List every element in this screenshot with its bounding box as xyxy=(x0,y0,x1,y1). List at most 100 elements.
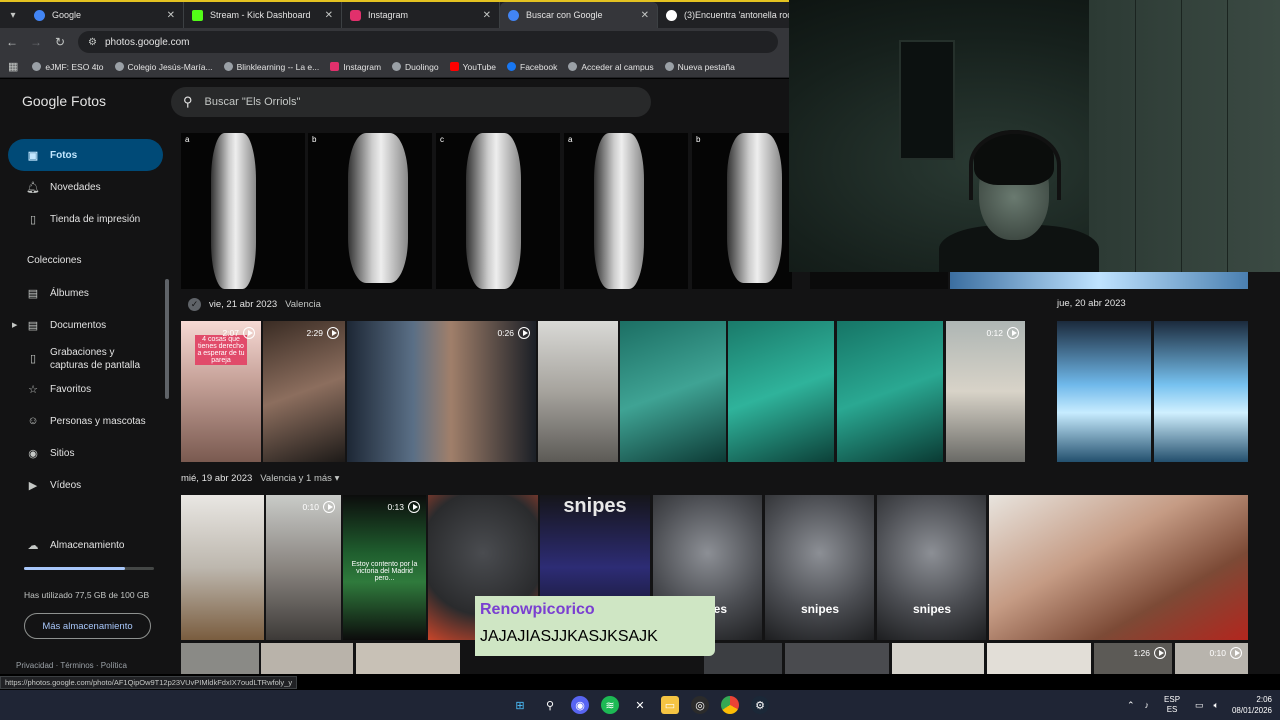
sidebar-scrollbar[interactable] xyxy=(165,279,169,399)
video-thumbnail[interactable]: 0:10 xyxy=(266,495,341,640)
reload-icon[interactable]: ↻ xyxy=(48,35,72,49)
bookmark-item[interactable]: Facebook xyxy=(507,62,557,72)
sidebar-item-favoritos[interactable]: ☆ Favoritos xyxy=(8,373,163,405)
bookmark-item[interactable]: Acceder al campus xyxy=(568,62,654,72)
photo-thumbnail[interactable] xyxy=(538,321,618,462)
photo-thumbnail[interactable]: c xyxy=(436,133,560,289)
photo-thumbnail[interactable]: b xyxy=(308,133,432,289)
bookmark-item[interactable]: YouTube xyxy=(449,62,496,72)
bookmark-item[interactable]: Nueva pestaña xyxy=(664,61,735,72)
search-icon[interactable]: ⚲ xyxy=(183,94,193,110)
bookmark-item[interactable]: Blinklearning -- La e... xyxy=(223,62,319,72)
chevron-up-icon[interactable]: ⌃ xyxy=(1127,700,1135,711)
photo-thumbnail[interactable] xyxy=(181,643,259,674)
volume-icon[interactable]: 🔈︎ xyxy=(1214,700,1219,711)
bone-shape xyxy=(727,133,782,283)
capcut-icon[interactable]: ✕ xyxy=(631,696,649,714)
photo-thumbnail[interactable] xyxy=(785,643,889,674)
back-arrow-icon[interactable]: ← xyxy=(0,35,24,49)
clock[interactable]: 2:06 08/01/2026 xyxy=(1232,694,1272,716)
photo-thumbnail[interactable] xyxy=(950,271,1248,289)
photo-thumbnail[interactable]: snipes xyxy=(765,495,874,640)
microphone-icon[interactable]: ♪ xyxy=(1145,700,1150,710)
photo-thumbnail[interactable] xyxy=(1154,321,1248,462)
bookmark-item[interactable]: Instagram xyxy=(330,62,381,72)
close-icon[interactable]: ✕ xyxy=(167,10,175,21)
discord-icon[interactable]: ◉ xyxy=(571,696,589,714)
video-thumbnail[interactable]: 1:26 xyxy=(1094,643,1172,674)
bookmark-item[interactable]: Colegio Jesús-María... xyxy=(114,62,213,72)
bookmark-item[interactable]: Duolingo xyxy=(392,62,439,72)
video-thumbnail[interactable]: 2:29 xyxy=(263,321,345,462)
video-thumbnail[interactable]: 4 cosas que tienes derecho a esperar de … xyxy=(181,321,261,462)
network-icon[interactable]: ▭ xyxy=(1195,700,1204,711)
search-input[interactable]: ⚲ Buscar "Els Orriols" xyxy=(171,87,651,117)
photo-thumbnail[interactable] xyxy=(356,643,460,674)
photo-thumbnail[interactable] xyxy=(728,321,834,462)
photo-thumbnail[interactable] xyxy=(181,495,264,640)
close-icon[interactable]: ✕ xyxy=(641,10,649,21)
windows-start-icon[interactable]: ⊞ xyxy=(511,696,529,714)
tab-search-icon[interactable]: ▾ xyxy=(0,2,26,28)
file-explorer-icon[interactable]: ▭ xyxy=(661,696,679,714)
steam-icon[interactable]: ⚙ xyxy=(751,696,769,714)
sidebar-item-label: Fotos xyxy=(50,149,78,161)
obs-icon[interactable]: ◎ xyxy=(691,696,709,714)
footer-links[interactable]: Privacidad · Términos · Política xyxy=(16,661,127,670)
photo-thumbnail[interactable] xyxy=(989,495,1248,640)
apps-grid-icon[interactable]: ▦ xyxy=(8,60,18,73)
bookmark-item[interactable]: eJMF: ESO 4to xyxy=(32,62,104,72)
photo-thumbnail[interactable] xyxy=(704,643,782,674)
site-info-icon[interactable]: ⚙ xyxy=(88,37,97,48)
sidebar-item-almacenamiento[interactable]: ☁ Almacenamiento xyxy=(8,529,163,561)
language-indicator[interactable]: ESP ES xyxy=(1164,695,1180,715)
photo-thumbnail[interactable]: a xyxy=(181,133,305,289)
photo-thumbnail[interactable] xyxy=(620,321,726,462)
photo-thumbnail[interactable]: a xyxy=(564,133,688,289)
photo-thumbnail[interactable] xyxy=(892,643,984,674)
group-location[interactable]: Valencia xyxy=(285,299,321,310)
address-bar[interactable]: ⚙ photos.google.com xyxy=(78,31,778,53)
expand-caret-icon[interactable]: ▶ xyxy=(12,321,17,329)
sidebar-item-tienda[interactable]: ▯ Tienda de impresión xyxy=(8,203,163,235)
forward-arrow-icon[interactable]: → xyxy=(24,35,48,49)
select-group-check-icon[interactable]: ✓ xyxy=(188,298,201,311)
chrome-icon[interactable] xyxy=(721,696,739,714)
more-storage-button[interactable]: Más almacenamiento xyxy=(24,613,151,639)
sidebar-item-albumes[interactable]: ▤ Álbumes xyxy=(8,277,163,309)
photo-thumbnail[interactable] xyxy=(987,643,1091,674)
bookmark-icon xyxy=(568,62,578,71)
photo-thumbnail[interactable] xyxy=(837,321,943,462)
sidebar-item-personas[interactable]: ☺ Personas y mascotas xyxy=(8,405,163,437)
tab-google[interactable]: Google ✕ xyxy=(26,2,184,28)
tab-buscar[interactable]: Buscar con Google ✕ xyxy=(500,2,658,28)
tab-instagram[interactable]: Instagram ✕ xyxy=(342,2,500,28)
close-icon[interactable]: ✕ xyxy=(483,10,491,21)
spotify-icon[interactable]: ≋ xyxy=(601,696,619,714)
group-location[interactable]: Valencia y 1 más ▾ xyxy=(260,473,339,484)
bookmark-label: Nueva pestaña xyxy=(677,61,735,72)
close-icon[interactable]: ✕ xyxy=(325,10,333,21)
video-thumbnail[interactable]: 0:10 xyxy=(1175,643,1248,674)
photo-thumbnail[interactable] xyxy=(810,271,948,289)
sidebar-item-grabaciones[interactable]: ▯ Grabaciones y capturas de pantalla xyxy=(8,341,163,377)
sidebar-item-fotos[interactable]: ▣ Fotos xyxy=(8,139,163,171)
bookmark-icon xyxy=(223,62,233,71)
video-thumbnail[interactable]: 0:26 xyxy=(347,321,536,462)
tab-kick[interactable]: Stream - Kick Dashboard ✕ xyxy=(184,2,342,28)
photo-thumbnail[interactable]: snipes xyxy=(877,495,986,640)
google-photos-logo[interactable]: Google Fotos xyxy=(22,93,106,109)
sidebar-item-videos[interactable]: ▶ Vídeos xyxy=(8,469,163,501)
sidebar-item-sitios[interactable]: ◉ Sitios xyxy=(8,437,163,469)
xray-letter-label: c xyxy=(440,135,444,144)
photo-thumbnail[interactable] xyxy=(261,643,353,674)
video-thumbnail[interactable]: 0:12 xyxy=(946,321,1025,462)
photo-thumbnail[interactable] xyxy=(1057,321,1151,462)
date-group-header: mié, 19 abr 2023 Valencia y 1 más ▾ xyxy=(181,473,339,484)
kick-favicon-icon xyxy=(192,9,203,21)
photo-thumbnail[interactable]: b xyxy=(692,133,792,289)
sidebar-item-documentos[interactable]: ▶ ▤ Documentos xyxy=(8,309,163,341)
video-thumbnail[interactable]: Estoy contento por la victoria del Madri… xyxy=(343,495,426,640)
search-icon[interactable]: ⚲ xyxy=(541,696,559,714)
sidebar-item-novedades[interactable]: 🔔︎ Novedades xyxy=(8,171,163,203)
